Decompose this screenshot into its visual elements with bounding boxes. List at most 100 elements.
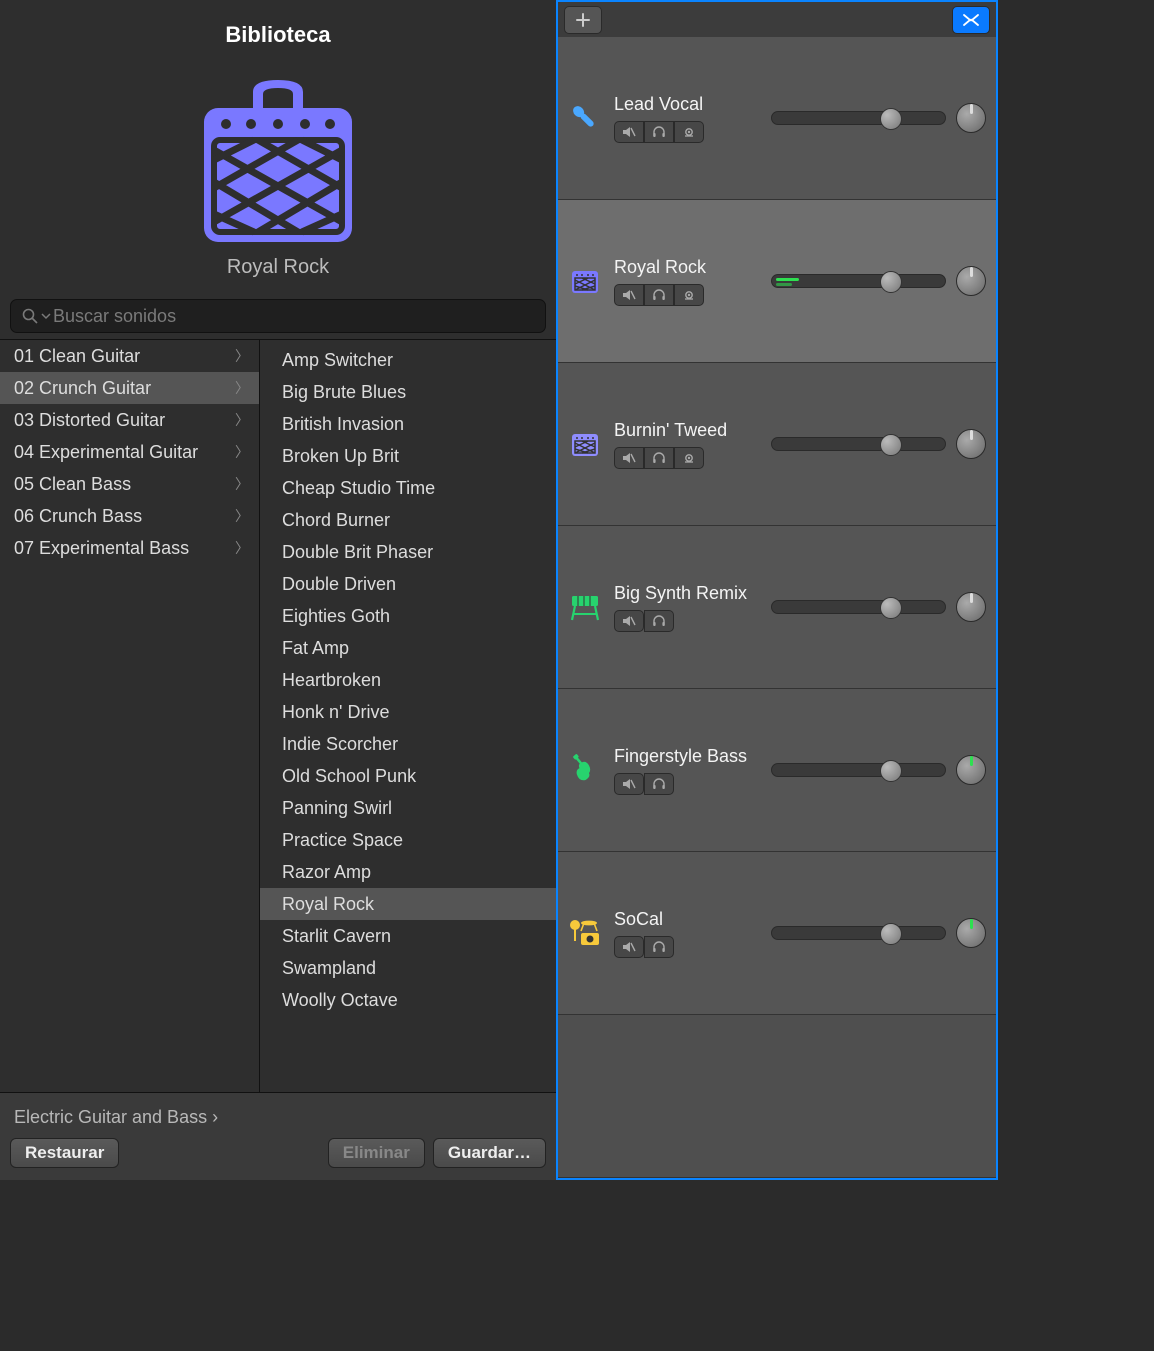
preset-item[interactable]: Honk n' Drive bbox=[260, 696, 556, 728]
solo-button[interactable] bbox=[644, 447, 674, 469]
search-input[interactable] bbox=[53, 306, 535, 327]
solo-button[interactable] bbox=[644, 610, 674, 632]
mute-button[interactable] bbox=[614, 121, 644, 143]
preset-column: Amp SwitcherBig Brute BluesBritish Invas… bbox=[260, 340, 556, 1092]
mute-button[interactable] bbox=[614, 447, 644, 469]
preset-item[interactable]: Indie Scorcher bbox=[260, 728, 556, 760]
slider-thumb[interactable] bbox=[880, 434, 902, 456]
volume-slider[interactable] bbox=[771, 111, 946, 125]
preset-icon bbox=[0, 58, 556, 256]
volume-slider[interactable] bbox=[771, 600, 946, 614]
preset-item[interactable]: Amp Switcher bbox=[260, 344, 556, 376]
slider-thumb[interactable] bbox=[880, 760, 902, 782]
track-name: Fingerstyle Bass bbox=[614, 746, 763, 767]
category-label: 04 Experimental Guitar bbox=[14, 442, 198, 463]
preset-item[interactable]: Heartbroken bbox=[260, 664, 556, 696]
track-view-toggle[interactable] bbox=[952, 6, 990, 34]
track-row[interactable]: Burnin' Tweed bbox=[558, 363, 996, 526]
preset-item[interactable]: Double Brit Phaser bbox=[260, 536, 556, 568]
pan-knob[interactable] bbox=[956, 429, 986, 459]
solo-button[interactable] bbox=[644, 773, 674, 795]
preset-item[interactable]: Panning Swirl bbox=[260, 792, 556, 824]
pan-knob[interactable] bbox=[956, 918, 986, 948]
preset-item[interactable]: Eighties Goth bbox=[260, 600, 556, 632]
pan-knob[interactable] bbox=[956, 592, 986, 622]
track-row[interactable]: Royal Rock bbox=[558, 200, 996, 363]
preset-item[interactable]: Old School Punk bbox=[260, 760, 556, 792]
preset-item[interactable]: Royal Rock bbox=[260, 888, 556, 920]
slider-thumb[interactable] bbox=[880, 923, 902, 945]
preset-item[interactable]: Broken Up Brit bbox=[260, 440, 556, 472]
category-item[interactable]: 02 Crunch Guitar〉 bbox=[0, 372, 259, 404]
preset-item[interactable]: Swampland bbox=[260, 952, 556, 984]
track-row[interactable]: SoCal bbox=[558, 852, 996, 1015]
preset-item[interactable]: Woolly Octave bbox=[260, 984, 556, 1016]
solo-button[interactable] bbox=[644, 121, 674, 143]
category-label: 01 Clean Guitar bbox=[14, 346, 140, 367]
solo-button[interactable] bbox=[644, 936, 674, 958]
preset-item[interactable]: Starlit Cavern bbox=[260, 920, 556, 952]
restore-button[interactable]: Restaurar bbox=[10, 1138, 119, 1168]
slider-thumb[interactable] bbox=[880, 597, 902, 619]
track-name: Royal Rock bbox=[614, 257, 763, 278]
preset-item[interactable]: Practice Space bbox=[260, 824, 556, 856]
chevron-right-icon: 〉 bbox=[235, 474, 249, 494]
empty-track-slot bbox=[558, 1015, 996, 1178]
preset-item[interactable]: Chord Burner bbox=[260, 504, 556, 536]
mute-button[interactable] bbox=[614, 284, 644, 306]
track-name: SoCal bbox=[614, 909, 763, 930]
chevron-right-icon: 〉 bbox=[235, 506, 249, 526]
category-item[interactable]: 05 Clean Bass〉 bbox=[0, 468, 259, 500]
mute-button[interactable] bbox=[614, 773, 644, 795]
library-panel: Biblioteca bbox=[0, 0, 556, 1180]
record-enable-button[interactable] bbox=[674, 121, 704, 143]
volume-slider[interactable] bbox=[771, 274, 946, 288]
pan-knob[interactable] bbox=[956, 266, 986, 296]
preset-item[interactable]: Big Brute Blues bbox=[260, 376, 556, 408]
category-item[interactable]: 06 Crunch Bass 〉 bbox=[0, 500, 259, 532]
volume-slider[interactable] bbox=[771, 926, 946, 940]
search-bar[interactable] bbox=[10, 299, 546, 333]
track-row[interactable]: Lead Vocal bbox=[558, 37, 996, 200]
record-enable-button[interactable] bbox=[674, 447, 704, 469]
track-type-icon bbox=[564, 586, 606, 628]
headphones-icon bbox=[652, 941, 666, 953]
mute-button[interactable] bbox=[614, 610, 644, 632]
category-item[interactable]: 01 Clean Guitar 〉 bbox=[0, 340, 259, 372]
category-item[interactable]: 03 Distorted Guitar〉 bbox=[0, 404, 259, 436]
record-enable-button[interactable] bbox=[674, 284, 704, 306]
preset-item[interactable]: Double Driven bbox=[260, 568, 556, 600]
mute-icon bbox=[622, 452, 636, 464]
mute-icon bbox=[622, 778, 636, 790]
add-track-button[interactable] bbox=[564, 6, 602, 34]
chevron-right-icon: 〉 bbox=[235, 346, 249, 366]
track-type-icon bbox=[564, 749, 606, 791]
pan-knob[interactable] bbox=[956, 103, 986, 133]
search-icon bbox=[21, 307, 39, 325]
solo-button[interactable] bbox=[644, 284, 674, 306]
category-item[interactable]: 07 Experimental Bass〉 bbox=[0, 532, 259, 564]
chevron-down-icon[interactable] bbox=[41, 311, 51, 321]
category-item[interactable]: 04 Experimental Guitar〉 bbox=[0, 436, 259, 468]
volume-slider[interactable] bbox=[771, 763, 946, 777]
pan-knob[interactable] bbox=[956, 755, 986, 785]
preset-item[interactable]: British Invasion bbox=[260, 408, 556, 440]
track-type-icon bbox=[564, 97, 606, 139]
slider-thumb[interactable] bbox=[880, 271, 902, 293]
slider-thumb[interactable] bbox=[880, 108, 902, 130]
mute-button[interactable] bbox=[614, 936, 644, 958]
breadcrumb[interactable]: Electric Guitar and Bass › bbox=[10, 1103, 546, 1138]
track-name: Big Synth Remix bbox=[614, 583, 763, 604]
delete-button[interactable]: Eliminar bbox=[328, 1138, 425, 1168]
headphones-icon bbox=[652, 452, 666, 464]
headphones-icon bbox=[652, 289, 666, 301]
save-button[interactable]: Guardar… bbox=[433, 1138, 546, 1168]
track-row[interactable]: Fingerstyle Bass bbox=[558, 689, 996, 852]
preset-item[interactable]: Cheap Studio Time bbox=[260, 472, 556, 504]
track-row[interactable]: Big Synth Remix bbox=[558, 526, 996, 689]
preset-item[interactable]: Razor Amp bbox=[260, 856, 556, 888]
preset-item[interactable]: Fat Amp bbox=[260, 632, 556, 664]
volume-slider[interactable] bbox=[771, 437, 946, 451]
category-label: 06 Crunch Bass bbox=[14, 506, 142, 527]
category-label: 03 Distorted Guitar bbox=[14, 410, 165, 431]
